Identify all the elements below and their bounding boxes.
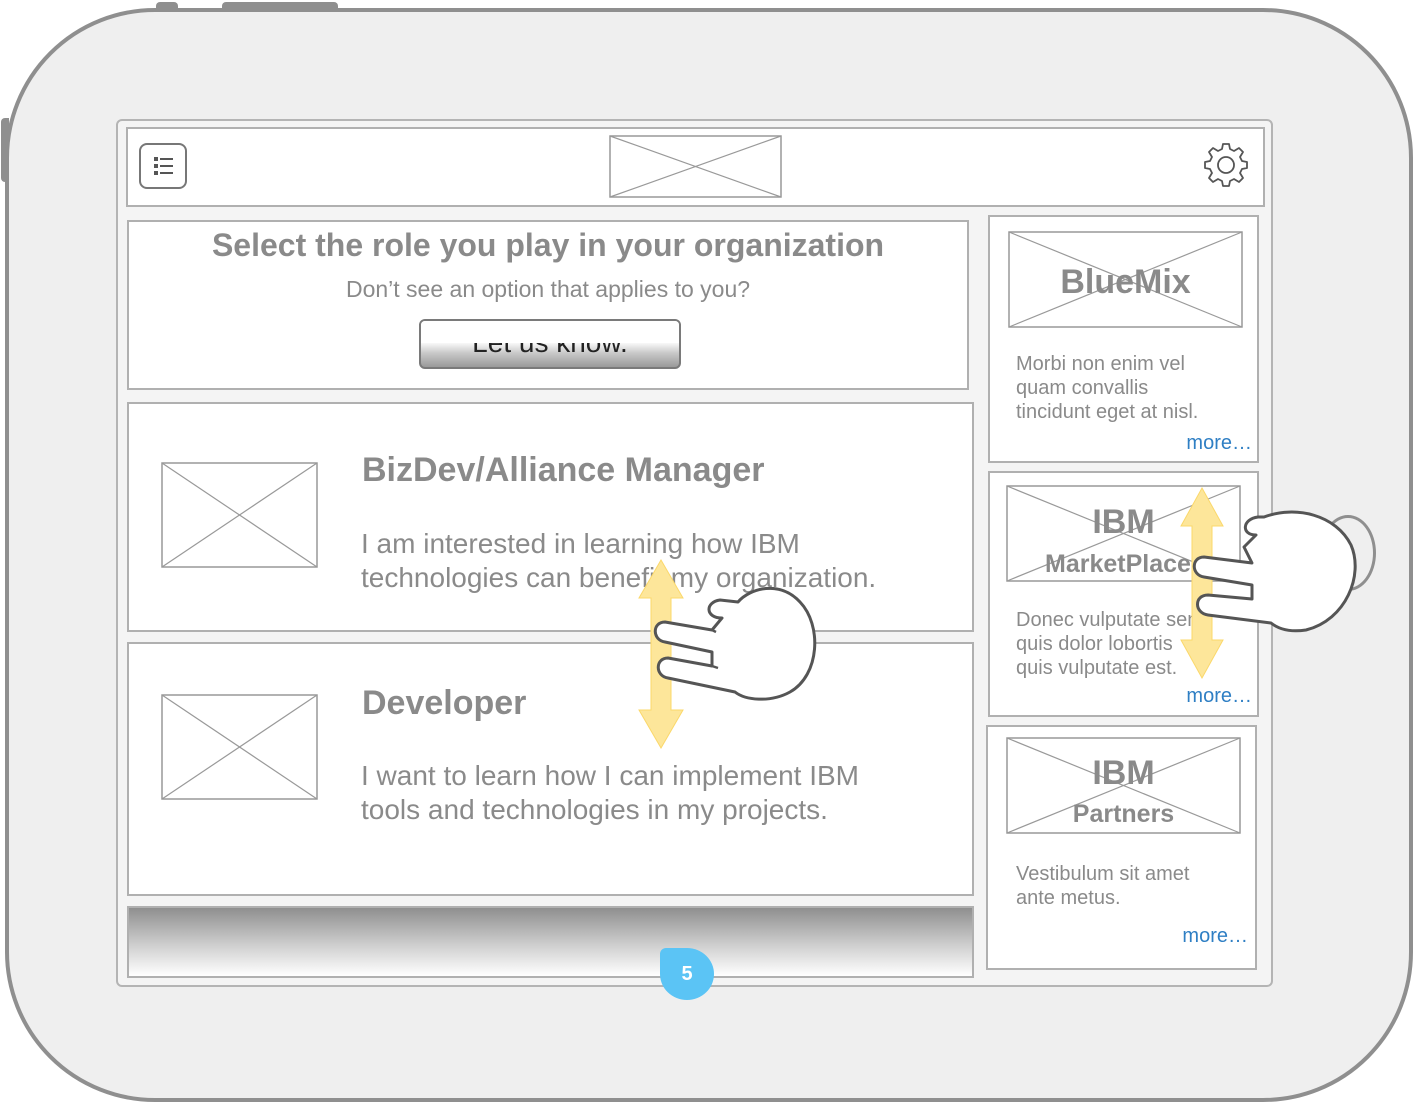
settings-button[interactable] (1202, 141, 1250, 189)
two-finger-hand-icon (1192, 510, 1357, 633)
role-description: I want to learn how I can implement IBM … (361, 760, 859, 825)
more-link[interactable]: more… (1146, 925, 1248, 948)
role-image-placeholder (161, 462, 318, 568)
logo-placeholder (609, 135, 782, 198)
list-icon (154, 157, 173, 175)
role-image-placeholder (161, 694, 318, 800)
step-number: 5 (681, 963, 693, 985)
card-title: IBM (1092, 754, 1155, 792)
card-text: Donec vulputate sem quis dolor lobortis … (1016, 609, 1204, 679)
more-link[interactable]: more… (1150, 685, 1252, 708)
menu-button[interactable] (139, 143, 187, 189)
card-text: Vestibulum sit amet ante metus. (1016, 863, 1190, 909)
more-link[interactable]: more… (1150, 432, 1252, 455)
card-subtitle: Partners (1072, 800, 1175, 828)
role-title: BizDev/Alliance Manager (362, 451, 765, 489)
let-us-know-button[interactable]: Let us know. (419, 319, 681, 369)
card-title: BlueMix (1060, 263, 1191, 301)
card-text: Morbi non enim vel quam convallis tincid… (1016, 353, 1199, 423)
intro-subtitle: Don’t see an option that applies to you? (345, 276, 751, 302)
step-badge: 5 (660, 948, 714, 1000)
bottom-bar (127, 906, 974, 978)
role-title: Developer (362, 684, 527, 722)
intro-title: Select the role you play in your organiz… (211, 227, 885, 263)
two-finger-hand-icon (653, 586, 817, 701)
gear-icon (1204, 143, 1248, 187)
